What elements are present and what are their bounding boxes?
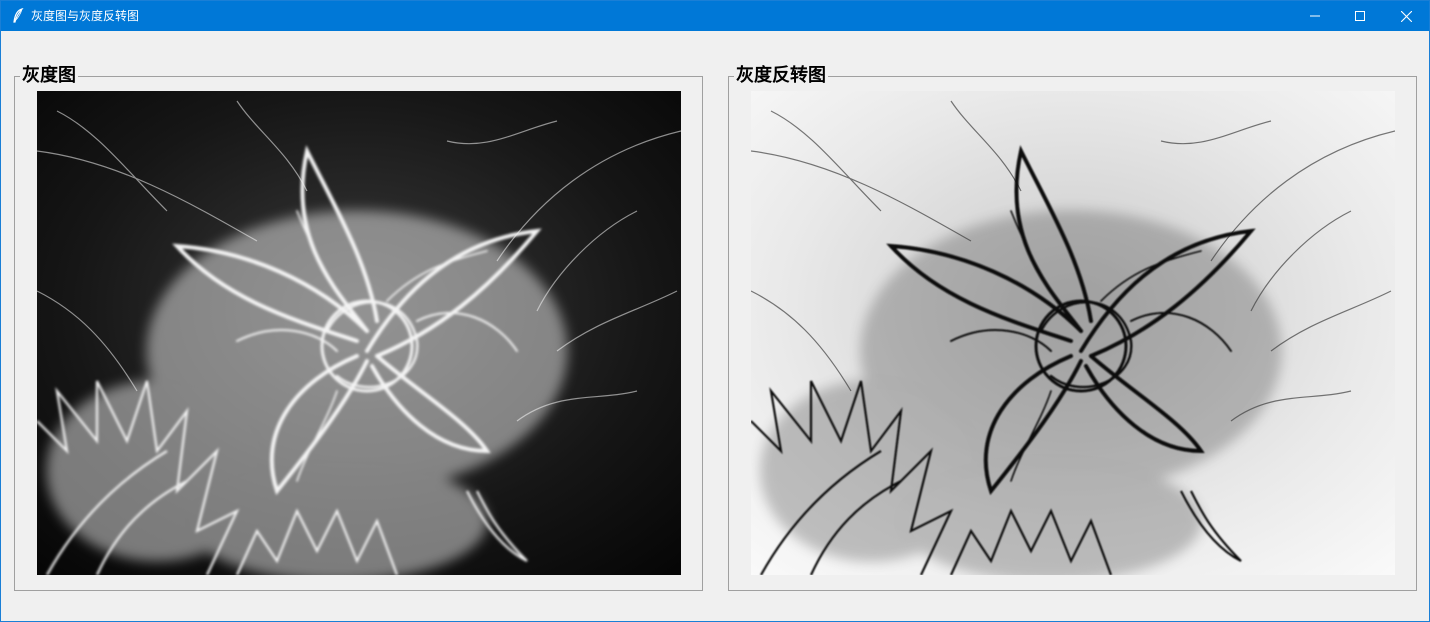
- grayscale-image: [37, 91, 681, 575]
- maximize-icon: [1355, 11, 1365, 21]
- inverted-grayscale-image: [751, 91, 1395, 575]
- maximize-button[interactable]: [1337, 1, 1383, 31]
- feather-icon: [13, 8, 24, 23]
- gray-panel: 灰度图: [14, 65, 703, 591]
- window-title: 灰度图与灰度反转图: [31, 9, 140, 23]
- gray-panel-label: 灰度图: [20, 65, 78, 87]
- minimize-button[interactable]: [1292, 1, 1338, 31]
- close-button[interactable]: [1383, 1, 1429, 31]
- app-window: 灰度图与灰度反转图 灰度图 灰度反转图: [0, 0, 1430, 622]
- title-bar[interactable]: 灰度图与灰度反转图: [1, 1, 1429, 31]
- minimize-icon: [1310, 15, 1320, 17]
- inverted-panel: 灰度反转图: [728, 65, 1417, 591]
- inverted-panel-label: 灰度反转图: [734, 65, 828, 87]
- close-icon: [1400, 10, 1412, 22]
